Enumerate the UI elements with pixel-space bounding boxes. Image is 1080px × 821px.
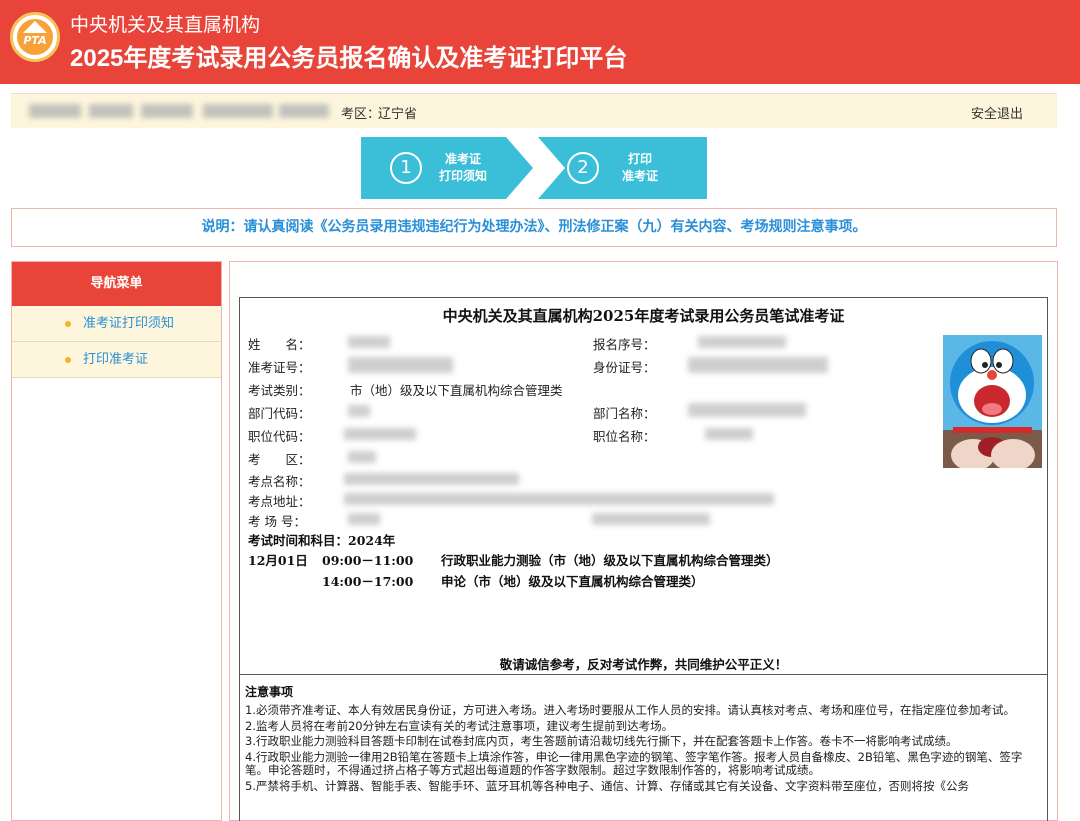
step-number-2: 2 <box>567 152 599 184</box>
schedule-date: 12月01日 <box>248 553 308 568</box>
step-print-ticket[interactable]: 2 打印 准考证 <box>538 137 707 199</box>
post-name-label: 职位名称： <box>593 429 656 444</box>
step-number-1: 1 <box>390 152 422 184</box>
header: PTA 中央机关及其直属机构 2025年度考试录用公务员报名确认及准考证打印平台 <box>0 0 1080 84</box>
schedule-subject: 行政职业能力测验（市（地）级及以下直属机构综合管理类） <box>441 553 779 568</box>
step-label-line: 准考证 <box>621 169 658 183</box>
exam-area-label: 考区： <box>341 107 381 122</box>
redacted-user-info <box>279 104 329 118</box>
redacted-post-code <box>344 428 416 440</box>
redacted-area <box>348 451 376 463</box>
sidebar-item-label: 打印准考证 <box>83 352 149 367</box>
photo-image <box>943 335 1042 468</box>
applicant-photo <box>943 335 1042 468</box>
redacted-reg-no <box>698 336 786 348</box>
sidebar: 导航菜单 准考证打印须知 打印准考证 <box>11 261 222 821</box>
redacted-user-info <box>29 104 81 118</box>
redacted-seat <box>592 513 710 525</box>
sidebar-item-print-instructions[interactable]: 准考证打印须知 <box>12 306 221 342</box>
step-label: 准考证 打印须知 <box>435 151 491 185</box>
site-name-label: 考点名称： <box>248 474 311 489</box>
redacted-dept-code <box>348 405 370 417</box>
redacted-user-info <box>89 104 133 118</box>
schedule-subject: 申论（市（地）级及以下直属机构综合管理类） <box>441 574 704 589</box>
redacted-dept-name <box>688 403 806 417</box>
exam-type-label: 考试类别： <box>248 383 311 398</box>
notes-title: 注意事项 <box>245 685 294 699</box>
pta-logo: PTA <box>10 12 60 62</box>
id-no-label: 身份证号： <box>593 360 656 375</box>
notice-banner: 说明：请认真阅读《公务员录用违规违纪行为处理办法》、刑法修正案（九）有关内容、考… <box>11 208 1057 247</box>
post-code-label: 职位代码： <box>248 429 311 444</box>
note-item: 2.监考人员将在考前20分钟左右宣读有关的考试注意事项，建议考生提前到达考场。 <box>245 718 674 733</box>
ticket-title: 中央机关及其直属机构2025年度考试录用公务员笔试准考证 <box>442 307 845 325</box>
dept-name-label: 部门名称： <box>593 406 656 421</box>
reg-no-label: 报名序号： <box>593 337 656 352</box>
note-item: 1.必须带齐准考证、本人有效居民身份证，方可进入考场。进入考场时要服从工作人员的… <box>245 703 1015 717</box>
dept-code-label: 部门代码： <box>248 406 311 421</box>
redacted-user-info <box>203 104 273 118</box>
integrity-slogan: 敬请诚信参考，反对考试作弊，共同维护公平正义！ <box>499 657 788 672</box>
redacted-site-name <box>344 473 519 485</box>
schedule-time: 14:00－17:00 <box>322 574 414 589</box>
redacted-name <box>348 336 390 348</box>
redacted-user-info <box>141 104 193 118</box>
schedule-label: 考试时间和科目：2024年 <box>248 533 396 548</box>
redacted-ticket-no <box>348 357 453 373</box>
site-addr-label: 考点地址： <box>248 494 311 509</box>
header-title: 2025年度考试录用公务员报名确认及准考证打印平台 <box>70 45 628 72</box>
note-item: 5.严禁将手机、计算器、智能手表、智能手环、蓝牙耳机等各种电子、通信、计算、存储… <box>245 778 969 793</box>
redacted-id-no <box>688 357 828 373</box>
step-label-line: 准考证 <box>444 152 481 166</box>
bullet-icon <box>65 321 71 327</box>
step-label-line: 打印须知 <box>438 169 487 183</box>
sidebar-item-label: 准考证打印须知 <box>83 316 175 331</box>
user-info-bar: 考区： 辽宁省 安全退出 <box>11 93 1057 128</box>
redacted-site-address <box>344 493 774 505</box>
logout-link[interactable]: 安全退出 <box>971 103 1023 122</box>
logo-roof-icon <box>23 21 47 33</box>
main-panel: 中央机关及其直属机构2025年度考试录用公务员笔试准考证 姓 名： 报名序号： … <box>229 261 1058 821</box>
bullet-icon <box>65 357 71 363</box>
admission-ticket: 中央机关及其直属机构2025年度考试录用公务员笔试准考证 姓 名： 报名序号： … <box>239 297 1048 675</box>
name-label: 姓 名： <box>248 337 311 352</box>
schedule-time: 09:00－11:00 <box>322 553 414 568</box>
step-label-line: 打印 <box>627 152 652 166</box>
ticket-no-label: 准考证号： <box>248 360 311 375</box>
exam-type-value: 市（地）级及以下直属机构综合管理类 <box>350 383 563 398</box>
exam-area-value: 辽宁省 <box>378 107 418 122</box>
sidebar-item-print-ticket[interactable]: 打印准考证 <box>12 342 221 378</box>
notes-section: 注意事项 1.必须带齐准考证、本人有效居民身份证，方可进入考场。进入考场时要服从… <box>239 675 1048 821</box>
redacted-room <box>348 513 380 525</box>
step-print-instructions[interactable]: 1 准考证 打印须知 <box>361 137 533 199</box>
step-label: 打印 准考证 <box>610 151 670 185</box>
header-subtitle: 中央机关及其直属机构 <box>70 15 261 36</box>
note-item: 3.行政职业能力测验科目答题卡印制在试卷封底内页，考生答题前请沿裁切线先行撕下，… <box>245 734 958 748</box>
area-label: 考 区： <box>248 452 311 467</box>
note-item: 4.行政职业能力测验一律用2B铅笔在答题卡上填涂作答，申论一律用黑色字迹的钢笔、… <box>245 749 1023 777</box>
redacted-post-name <box>705 428 753 440</box>
sidebar-title: 导航菜单 <box>12 262 221 306</box>
room-label: 考 场 号： <box>248 514 306 529</box>
